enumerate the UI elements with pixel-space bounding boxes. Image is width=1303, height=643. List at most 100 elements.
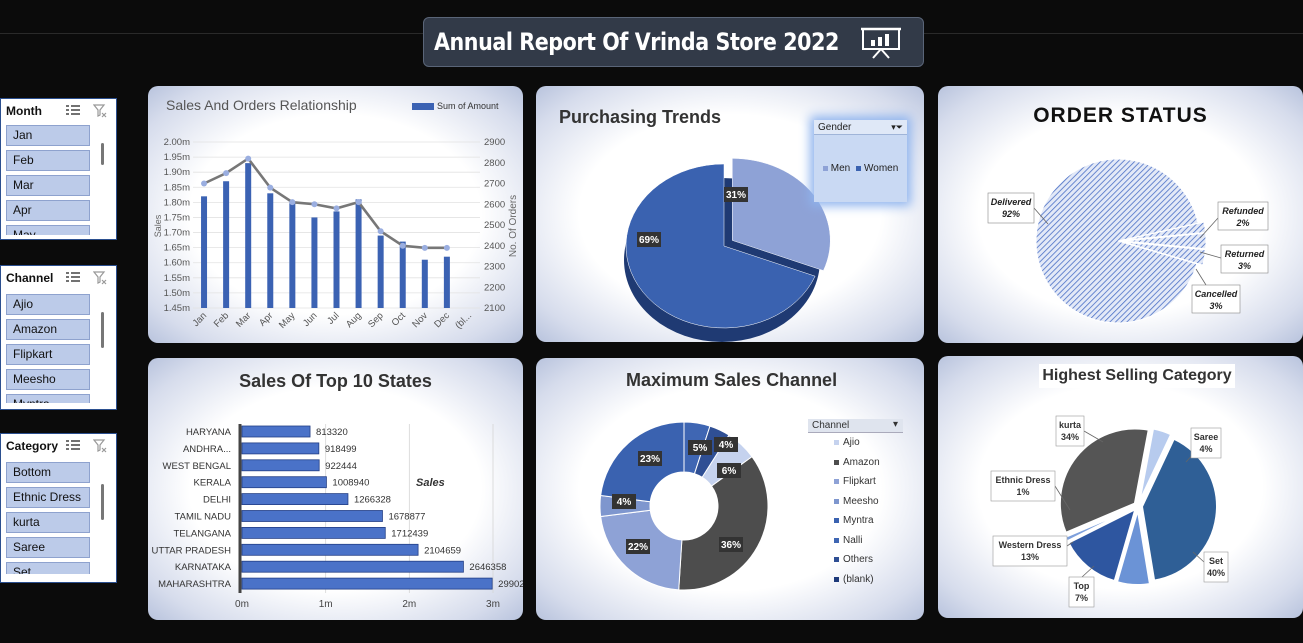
y-tick-label: 1.70m — [164, 228, 190, 239]
legend-swatch — [834, 518, 839, 523]
bar — [223, 181, 230, 308]
legend-swatch — [834, 557, 839, 562]
bar — [241, 425, 311, 438]
data-label-value: 7% — [1075, 593, 1088, 603]
bar — [241, 459, 320, 472]
x-tick-label: Jan — [191, 310, 210, 329]
slicer-item-channel[interactable]: Myntra — [6, 394, 90, 403]
y2-tick-label: 2200 — [484, 282, 505, 293]
x-tick-label: 1m — [319, 599, 333, 610]
slicer-item-channel[interactable]: Meesho — [6, 369, 90, 390]
legend-item: Myntra — [808, 511, 903, 531]
slicer-item-category[interactable]: Bottom — [6, 462, 90, 483]
category-pie-chart: Set 40% Top 7% Western Dress 13% Ethnic Dress 1… — [990, 415, 1229, 608]
y-tick-label: 1.75m — [164, 212, 190, 223]
data-label-value: 40% — [1207, 568, 1225, 578]
slicer-item-channel[interactable]: Flipkart — [6, 344, 90, 365]
y2-tick-label: 2800 — [484, 158, 505, 169]
slicer-item-month[interactable]: Apr — [6, 200, 90, 221]
legend-swatch — [834, 576, 839, 582]
data-label-category: Ethnic Dress — [995, 475, 1050, 485]
slicer-item-category[interactable]: Set — [6, 562, 90, 574]
month-slicer[interactable]: Month Jan Feb Mar Apr May — [0, 98, 117, 240]
legend-label: Myntra — [843, 515, 874, 526]
y2-tick-label: 2900 — [484, 137, 505, 148]
y2-tick-label: 2300 — [484, 262, 505, 273]
multi-select-icon[interactable] — [65, 104, 81, 118]
legend-item: Flipkart — [808, 472, 903, 492]
category-label: DELHI — [203, 495, 231, 506]
slicer-item-category[interactable]: kurta — [6, 512, 90, 533]
value-label: 813320 — [316, 427, 348, 438]
y-tick-label: 1.80m — [164, 197, 190, 208]
legend-label: (blank) — [843, 573, 874, 585]
bar — [241, 577, 493, 590]
data-label: 4% — [719, 440, 734, 451]
order-status-pie-chart: Delivered 92% Refunded 2% Returned 3% Cancelle… — [987, 158, 1269, 324]
category-label: MAHARASHTRA — [158, 579, 232, 590]
line-point — [355, 199, 362, 206]
slicer-item-month[interactable]: Mar — [6, 175, 90, 196]
data-label-category: Refunded — [1222, 206, 1264, 216]
clear-filter-icon[interactable] — [93, 104, 107, 118]
multi-select-icon[interactable] — [65, 439, 81, 453]
slicer-item-channel[interactable]: Ajio — [6, 294, 90, 315]
line-point — [399, 242, 406, 249]
value-label: 918499 — [325, 444, 357, 455]
multi-select-icon[interactable] — [65, 271, 81, 285]
presentation-chart-icon — [861, 27, 901, 59]
line-point — [333, 205, 340, 212]
legend-swatch — [834, 479, 839, 484]
legend-label: Nalli — [843, 534, 863, 546]
bar — [355, 199, 362, 308]
data-label-value: 34% — [1061, 432, 1079, 442]
slicer-item-month[interactable]: Feb — [6, 150, 90, 171]
x-tick-label: Apr — [257, 310, 275, 328]
category-label: HARYANA — [186, 427, 232, 438]
y-tick-label: 2.00m — [164, 137, 190, 148]
dropdown-icon[interactable]: ▾ — [893, 418, 898, 432]
line-point — [421, 244, 428, 251]
data-label-category: Set — [1209, 556, 1223, 566]
x-tick-label: Nov — [410, 310, 430, 330]
gender-legend[interactable]: Gender ▾⏷ Men Women — [814, 120, 907, 202]
y-tick-label: 1.95m — [164, 152, 190, 163]
category-slicer[interactable]: Category Bottom Ethnic Dress kurta Saree Set — [0, 433, 117, 583]
data-label-value: 4% — [1199, 444, 1212, 454]
channel-legend[interactable]: Channel ▾ Ajio Amazon Flipkart Meesho Myntra… — [808, 419, 903, 594]
x-tick-label: 3m — [486, 599, 500, 610]
legend-label: Ajio — [843, 437, 860, 448]
slicer-item-month[interactable]: Jan — [6, 125, 90, 146]
x-tick-label: 2m — [402, 599, 416, 610]
bar — [399, 241, 406, 308]
sales-orders-panel: Sales And Orders Relationship Sum of Amo… — [148, 86, 523, 343]
slicer-item-channel[interactable]: Amazon — [6, 319, 90, 340]
channel-slicer[interactable]: Channel Ajio Amazon Flipkart Meesho Myntra — [0, 265, 117, 410]
data-label-value: 1% — [1016, 487, 1029, 497]
slicer-item-category[interactable]: Ethnic Dress — [6, 487, 90, 508]
purchasing-trends-panel: Purchasing Trends 31% 69% Gender ▾⏷ Men W… — [536, 86, 924, 342]
clear-filter-icon[interactable] — [93, 439, 107, 453]
value-label: 1008940 — [332, 478, 369, 489]
bar — [443, 256, 450, 308]
top-states-panel: Sales Of Top 10 States HARYANA 813320 ANDH… — [148, 358, 523, 620]
y2-tick-label: 2100 — [484, 303, 505, 314]
slicer-item-category[interactable]: Saree — [6, 537, 90, 558]
y-tick-label: 1.85m — [164, 182, 190, 193]
bar — [241, 526, 386, 539]
data-label-value: 2% — [1235, 218, 1249, 228]
data-label: 22% — [628, 542, 648, 553]
data-label: 31% — [726, 190, 746, 201]
legend-item: Ajio — [808, 433, 903, 453]
clear-filter-icon[interactable] — [93, 271, 107, 285]
data-label-value: 3% — [1209, 301, 1222, 311]
category-label: UTTAR PRADESH — [151, 545, 231, 556]
category-label: TELANGANA — [173, 528, 231, 539]
slicer-item-month[interactable]: May — [6, 225, 90, 235]
channel-legend-title: Channel — [812, 420, 850, 431]
line-point — [311, 201, 318, 208]
y2-axis-label: No. Of Orders — [508, 195, 519, 257]
filter-dropdown-icon[interactable]: ▾⏷ — [891, 120, 903, 135]
bar — [377, 235, 384, 308]
bar — [241, 510, 383, 522]
